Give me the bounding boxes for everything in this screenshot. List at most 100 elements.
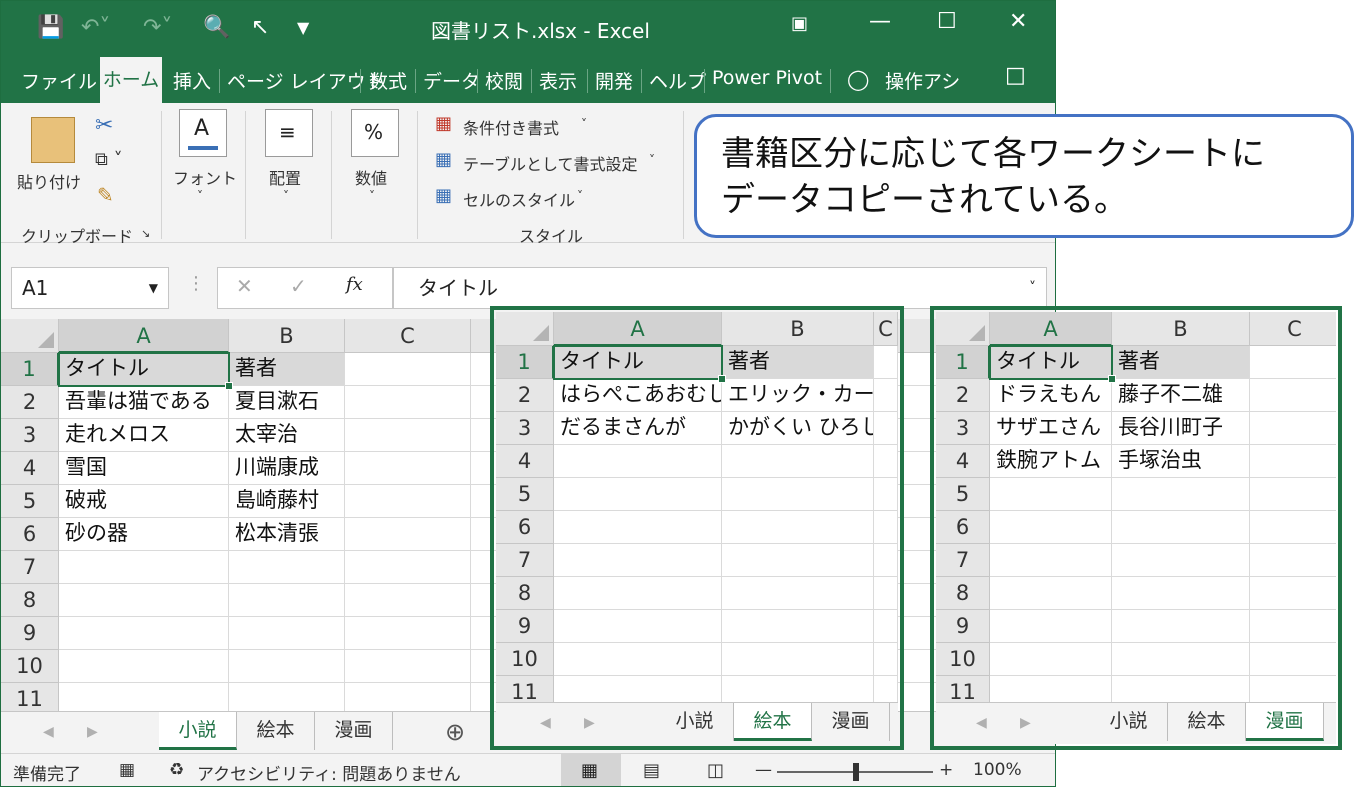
zoom-in-icon[interactable]: + [939,760,953,780]
row-header[interactable]: 4 [1,452,59,485]
table-cell[interactable] [345,683,471,711]
tab-view[interactable]: 表示 [539,67,577,94]
table-cell[interactable] [229,650,345,683]
table-cell[interactable] [59,617,229,650]
table-cell[interactable]: 夏目漱石 [229,386,345,419]
table-cell[interactable] [345,617,471,650]
insert-function-icon[interactable]: fx [346,274,363,295]
table-cell[interactable]: 砂の器 [59,518,229,551]
font-group-button[interactable]: フォント [173,165,237,189]
format-as-table-button[interactable]: テーブルとして書式設定 [463,151,638,175]
sheet-tab[interactable]: 漫画 [315,712,393,750]
sheet-tab[interactable]: 小説 [159,712,237,750]
scroll-right-icon[interactable]: ▶ [87,724,98,740]
chevron-down-icon[interactable]: ˅ [197,189,203,203]
header-cell[interactable]: 著者 [229,353,345,386]
chevron-down-icon[interactable]: ˅ [283,189,289,203]
tab-formulas[interactable]: 数式 [369,67,407,94]
dialog-launcher-icon[interactable]: ↘ [141,227,150,240]
tab-insert[interactable]: 挿入 [173,67,211,94]
macro-record-icon[interactable]: ▦ [119,760,135,780]
redo-icon[interactable]: ↷˅ [143,11,172,45]
table-cell[interactable] [345,551,471,584]
tell-me-search[interactable]: 操作アシ [885,67,965,94]
sheet-tab[interactable]: 絵本 [237,712,315,750]
chevron-down-icon[interactable]: ▼ [149,268,158,308]
tab-file[interactable]: ファイル [21,67,97,94]
enter-icon[interactable]: ✓ [290,274,307,298]
table-cell[interactable]: 吾輩は猫である [59,386,229,419]
tab-help[interactable]: ヘルプ [649,67,706,94]
scroll-left-icon[interactable]: ◀ [43,724,54,740]
table-cell[interactable] [345,452,471,485]
select-all-corner[interactable] [1,319,59,353]
fill-handle[interactable] [225,382,233,390]
table-cell[interactable] [229,617,345,650]
table-cell[interactable] [59,683,229,711]
table-cell[interactable]: 走れメロス [59,419,229,452]
table-cell[interactable] [59,551,229,584]
table-cell[interactable]: 松本清張 [229,518,345,551]
format-painter-icon[interactable]: ✎ [97,183,114,207]
conditional-format-button[interactable]: 条件付き書式 [463,115,559,139]
page-layout-view-icon[interactable]: ▤ [643,760,660,781]
column-header[interactable]: B [229,319,345,353]
font-color-icon[interactable]: A [179,109,227,157]
number-group-button[interactable]: 数値 [355,165,387,189]
zoom-level[interactable]: 100% [973,760,1022,780]
percent-icon[interactable]: % [351,109,399,157]
table-cell[interactable] [345,650,471,683]
copy-icon[interactable]: ⧉ ˅ [95,149,123,170]
name-box[interactable]: A1 ▼ [11,267,169,309]
lightbulb-icon[interactable]: ◯ [847,67,869,91]
expand-formula-icon[interactable]: ˅ [1029,268,1036,308]
row-header[interactable]: 6 [1,518,59,551]
row-header[interactable]: 9 [1,617,59,650]
tab-power-pivot[interactable]: Power Pivot [712,67,822,89]
column-header[interactable]: C [345,319,471,353]
minimize-icon[interactable]: — [869,9,891,34]
row-header[interactable]: 10 [1,650,59,683]
ribbon-display-icon[interactable]: ▣ [791,13,808,34]
table-cell[interactable] [59,650,229,683]
column-header[interactable]: A [59,319,229,353]
table-cell[interactable] [345,386,471,419]
row-header[interactable]: 11 [1,683,59,711]
tab-page-layout[interactable]: ページ レイアウト [227,67,385,94]
pointer-icon[interactable]: ↖ [251,11,269,45]
accessibility-status[interactable]: アクセシビリティ: 問題ありません [197,760,461,785]
tab-developer[interactable]: 開発 [595,67,633,94]
row-header[interactable]: 1 [1,353,59,386]
tab-home[interactable]: ホーム [100,57,162,103]
table-cell[interactable] [229,551,345,584]
row-header[interactable]: 7 [1,551,59,584]
table-cell[interactable]: 太宰治 [229,419,345,452]
row-header[interactable]: 2 [1,386,59,419]
paste-icon[interactable] [31,117,75,163]
tab-review[interactable]: 校閲 [485,67,523,94]
zoom-out-icon[interactable]: — [755,760,772,780]
table-cell[interactable] [345,419,471,452]
save-icon[interactable]: 💾 [37,11,64,45]
alignment-icon[interactable]: ≡ [265,109,313,157]
tab-data[interactable]: データ [423,67,480,94]
paste-button-label[interactable]: 貼り付け [17,169,81,193]
cancel-icon[interactable]: ✕ [236,274,253,298]
print-preview-icon[interactable]: 🔍 [203,11,230,45]
table-cell[interactable]: 川端康成 [229,452,345,485]
accessibility-icon[interactable]: ♻ [169,760,184,780]
row-header[interactable]: 5 [1,485,59,518]
undo-icon[interactable]: ↶˅ [81,11,110,45]
page-break-view-icon[interactable]: ◫ [707,760,724,781]
zoom-slider-thumb[interactable] [853,763,859,781]
table-cell[interactable] [229,584,345,617]
table-cell[interactable] [229,683,345,711]
add-sheet-icon[interactable]: ⊕ [445,718,465,746]
table-cell[interactable]: 島崎藤村 [229,485,345,518]
row-header[interactable]: 8 [1,584,59,617]
table-cell[interactable]: 破戒 [59,485,229,518]
table-cell[interactable] [345,518,471,551]
cut-icon[interactable]: ✂ [95,113,113,138]
table-cell[interactable] [345,485,471,518]
cell-styles-button[interactable]: セルのスタイル [463,187,575,211]
